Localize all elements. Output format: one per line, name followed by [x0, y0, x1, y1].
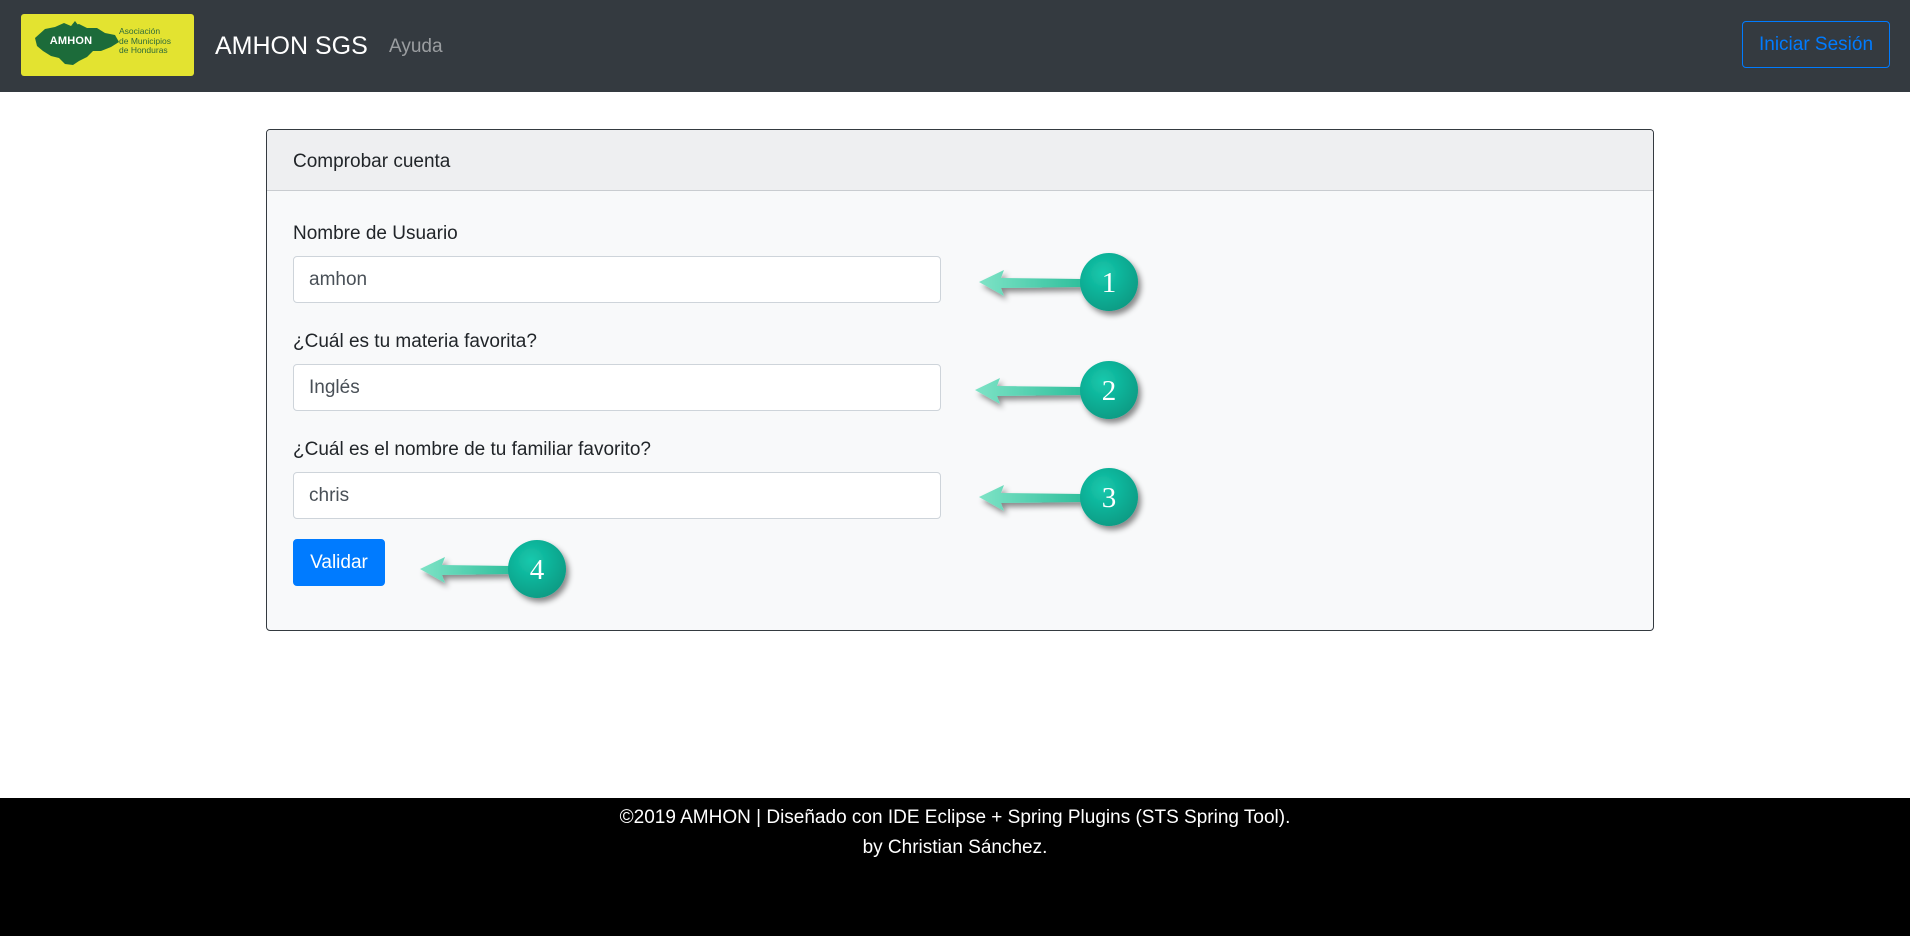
annotation-number: 2	[1102, 375, 1117, 407]
arrow-left-icon	[979, 485, 1082, 511]
annotation-overlay: 1 2 3 4	[420, 253, 1138, 598]
annotation-number: 3	[1102, 482, 1117, 514]
annotation-number: 1	[1102, 267, 1117, 299]
arrow-left-icon	[420, 557, 511, 583]
footer: ©2019 AMHON | Diseñado con IDE Eclipse +…	[0, 798, 1910, 936]
footer-copyright: ©2019 AMHON | Diseñado con IDE Eclipse +…	[619, 807, 1291, 828]
arrow-left-icon	[975, 378, 1082, 404]
arrow-left-icon	[979, 270, 1082, 296]
footer-author: by Christian Sánchez.	[862, 837, 1048, 858]
annotation-number: 4	[530, 554, 545, 586]
